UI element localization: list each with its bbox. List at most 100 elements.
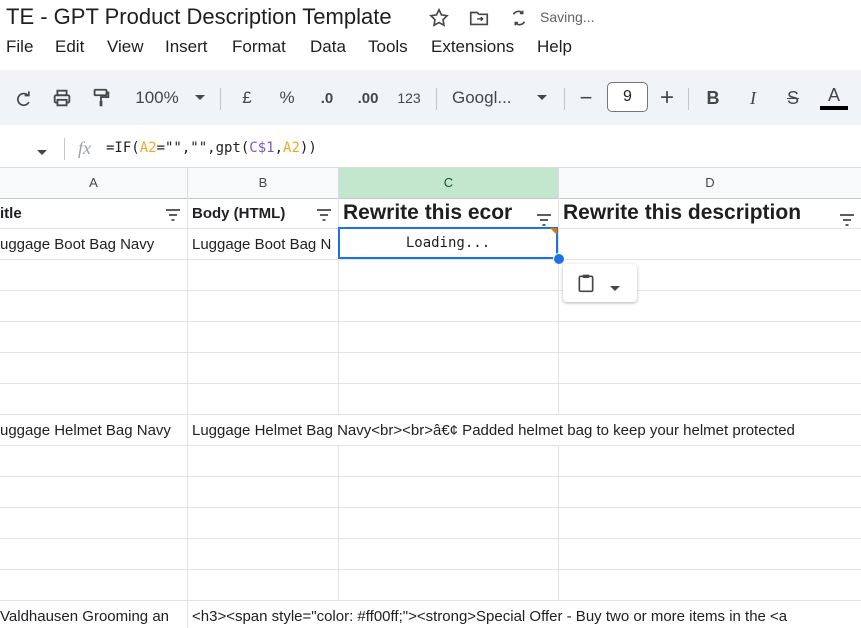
cell[interactable] <box>188 384 339 414</box>
filter-icon[interactable] <box>536 208 552 226</box>
cell[interactable] <box>188 508 339 538</box>
filter-icon[interactable] <box>839 208 855 226</box>
cell-b14[interactable]: <h3><span style="color: #ff00ff;"><stron… <box>188 601 787 628</box>
column-header-b[interactable]: B <box>188 168 339 198</box>
cell-b1[interactable]: Body (HTML) <box>188 198 339 228</box>
column-header-c[interactable]: C <box>339 168 559 198</box>
cell-b2[interactable]: Luggage Boot Bag N <box>188 229 339 259</box>
cell[interactable] <box>559 322 861 352</box>
cell-d1[interactable]: Rewrite this description <box>559 198 861 228</box>
font-chevron-down-icon[interactable] <box>534 84 550 112</box>
cell-text: itle <box>0 204 22 222</box>
cell-a8[interactable]: uggage Helmet Bag Navy <box>0 415 188 445</box>
cell[interactable] <box>559 353 861 383</box>
decrease-decimal-button[interactable]: .0 <box>314 84 340 112</box>
cell[interactable] <box>0 260 188 290</box>
paint-format-icon[interactable] <box>88 84 114 112</box>
menu-insert[interactable]: Insert <box>165 37 208 57</box>
cell[interactable] <box>559 384 861 414</box>
decrease-font-size-button[interactable]: − <box>576 84 596 112</box>
menu-format[interactable]: Format <box>232 37 286 57</box>
menu-data[interactable]: Data <box>310 37 346 57</box>
cell[interactable] <box>188 260 339 290</box>
cell[interactable] <box>0 508 188 538</box>
cell[interactable] <box>559 570 861 600</box>
bold-button[interactable]: B <box>702 84 724 112</box>
italic-button[interactable]: I <box>742 84 764 112</box>
clipboard-icon[interactable] <box>576 273 596 298</box>
table-row <box>0 291 861 322</box>
cell-a1[interactable]: itle <box>0 198 188 228</box>
cell[interactable] <box>0 446 188 476</box>
print-icon[interactable] <box>48 84 76 112</box>
currency-format-button[interactable]: £ <box>236 84 258 112</box>
cell[interactable] <box>0 322 188 352</box>
filter-icon[interactable] <box>316 208 332 221</box>
cell[interactable] <box>339 539 559 569</box>
cell[interactable] <box>188 477 339 507</box>
font-size-input[interactable]: 9 <box>607 82 648 112</box>
cell[interactable] <box>339 446 559 476</box>
table-row <box>0 384 861 415</box>
menu-edit[interactable]: Edit <box>55 37 84 57</box>
cell[interactable] <box>0 539 188 569</box>
zoom-chevron-down-icon[interactable] <box>192 84 208 112</box>
cell[interactable] <box>339 260 559 290</box>
cell[interactable] <box>559 477 861 507</box>
cell-a2[interactable]: uggage Boot Bag Navy <box>0 229 188 259</box>
cell[interactable] <box>339 322 559 352</box>
cell[interactable] <box>0 384 188 414</box>
menu-view[interactable]: View <box>107 37 144 57</box>
paste-options-chip[interactable] <box>563 264 637 302</box>
cell[interactable] <box>339 291 559 321</box>
cell[interactable] <box>339 384 559 414</box>
fill-handle[interactable] <box>553 253 565 265</box>
cell[interactable] <box>188 446 339 476</box>
cell-a14[interactable]: Valdhausen Grooming an <box>0 601 188 628</box>
cell[interactable] <box>188 291 339 321</box>
cell-d2[interactable] <box>559 229 861 259</box>
cell[interactable] <box>0 570 188 600</box>
cell[interactable] <box>339 477 559 507</box>
more-formats-button[interactable]: 123 <box>394 84 424 112</box>
cell-loading-text: Loading... <box>405 235 491 251</box>
cell[interactable] <box>188 570 339 600</box>
cell[interactable] <box>339 570 559 600</box>
menu-file[interactable]: File <box>6 37 33 57</box>
column-header-a[interactable]: A <box>0 168 188 198</box>
move-folder-icon[interactable] <box>468 7 490 29</box>
star-icon[interactable] <box>428 7 450 29</box>
cell[interactable] <box>339 353 559 383</box>
name-box-chevron-down-icon[interactable] <box>36 144 48 162</box>
redo-icon[interactable] <box>10 84 36 112</box>
cell[interactable] <box>0 477 188 507</box>
filter-icon[interactable] <box>165 208 181 221</box>
text-color-button[interactable]: A <box>820 84 848 112</box>
cell[interactable] <box>0 353 188 383</box>
increase-decimal-button[interactable]: .00 <box>354 84 382 112</box>
cell-text: Body (HTML) <box>192 204 286 222</box>
increase-font-size-button[interactable]: + <box>656 84 678 112</box>
cell[interactable] <box>339 508 559 538</box>
cell[interactable] <box>188 322 339 352</box>
formula-input[interactable]: =IF(A2="","",gpt(C$1,A2)) <box>106 140 317 156</box>
font-select[interactable]: Googl... <box>452 84 522 112</box>
zoom-select[interactable]: 100% <box>132 84 182 112</box>
column-header-d[interactable]: D <box>559 168 861 198</box>
menu-help[interactable]: Help <box>537 37 572 57</box>
cell[interactable] <box>188 353 339 383</box>
cell[interactable] <box>559 508 861 538</box>
cell-b8[interactable]: Luggage Helmet Bag Navy<br><br>â€¢ Padde… <box>188 415 795 445</box>
cell-text: Rewrite this ecor <box>343 201 513 224</box>
document-title[interactable]: TE - GPT Product Description Template <box>6 4 392 30</box>
strikethrough-button[interactable]: S <box>782 84 804 112</box>
cell[interactable] <box>559 446 861 476</box>
percent-format-button[interactable]: % <box>276 84 298 112</box>
cell-c1[interactable]: Rewrite this ecor <box>339 198 559 228</box>
menu-extensions[interactable]: Extensions <box>431 37 514 57</box>
paste-chevron-down-icon[interactable] <box>609 280 621 298</box>
cell[interactable] <box>188 539 339 569</box>
menu-tools[interactable]: Tools <box>368 37 408 57</box>
cell[interactable] <box>559 539 861 569</box>
cell[interactable] <box>0 291 188 321</box>
